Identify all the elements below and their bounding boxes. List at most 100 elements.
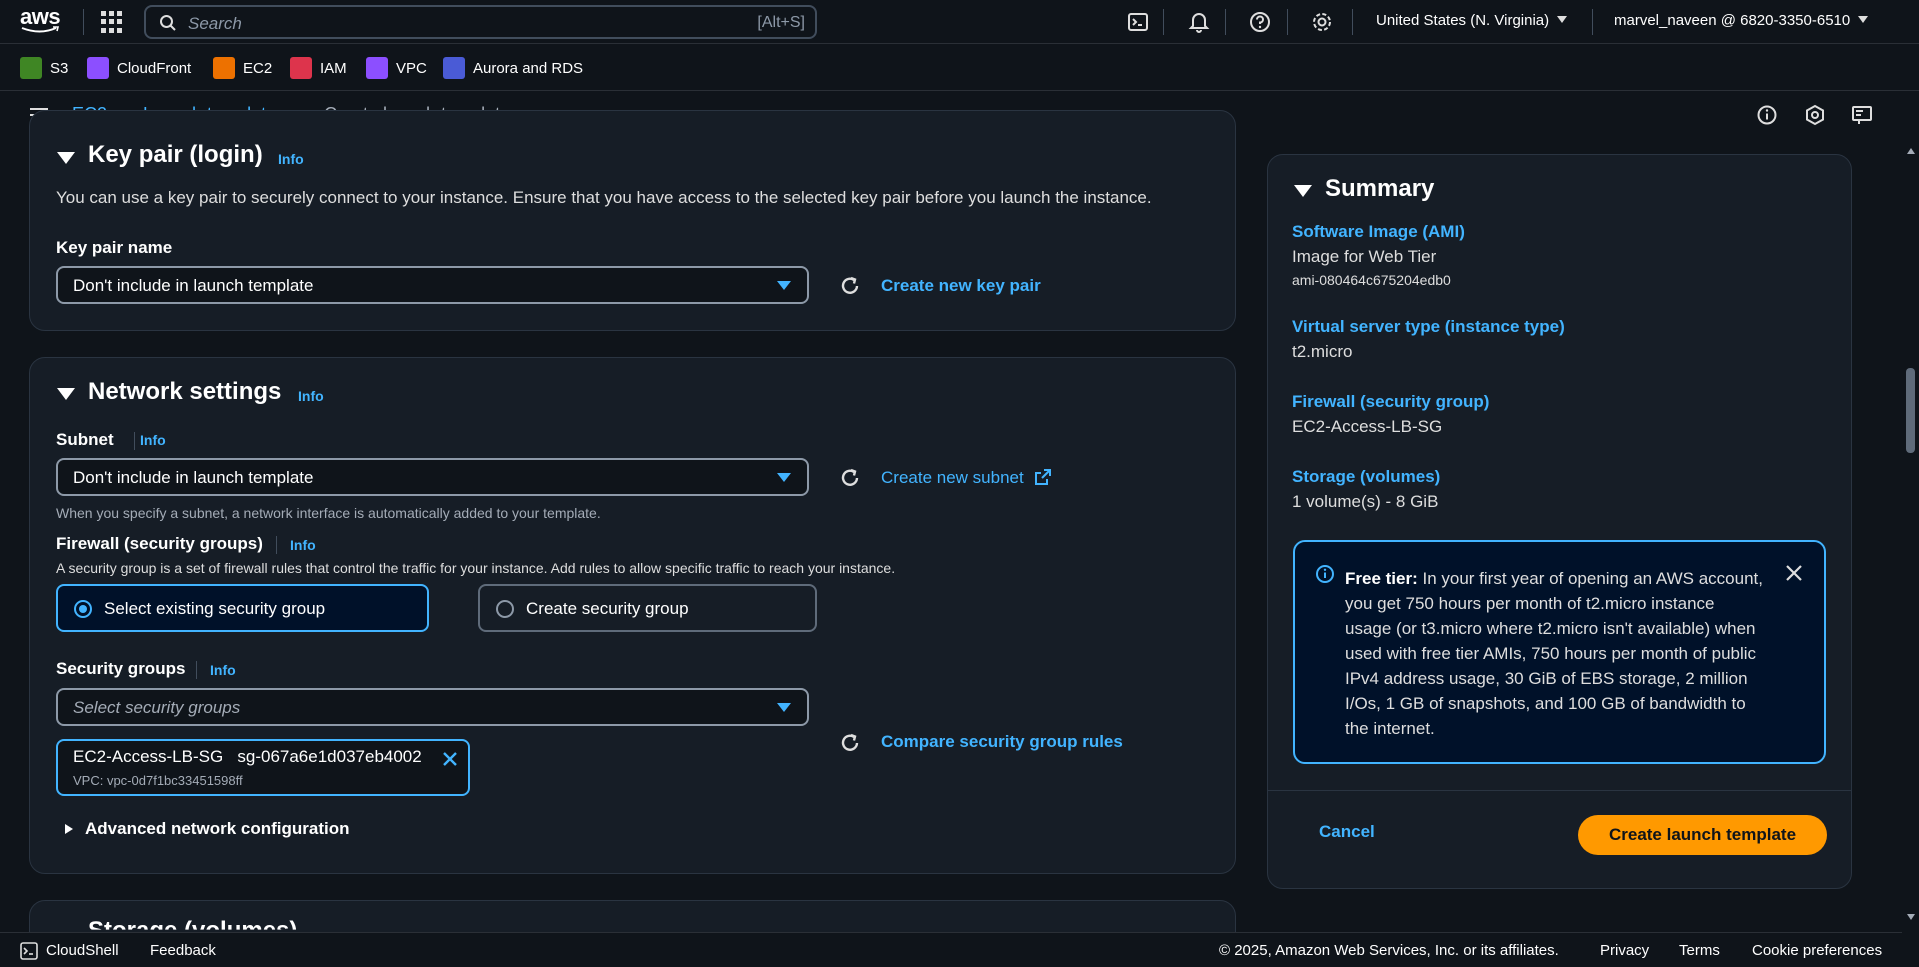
subnet-label: Subnet xyxy=(56,430,114,449)
subnet-hint: When you specify a subnet, a network int… xyxy=(56,505,601,521)
external-link-icon xyxy=(1035,469,1051,485)
divider xyxy=(83,9,84,35)
favorite-label: IAM xyxy=(320,59,347,77)
collapse-caret-icon[interactable] xyxy=(57,152,75,164)
free-tier-text: Free tier: In your first year of opening… xyxy=(1345,566,1765,741)
top-navigation: aws Search [Alt+S] United States (N. Vir… xyxy=(0,0,1919,44)
collapse-caret-icon[interactable] xyxy=(1294,185,1312,197)
scroll-up-icon[interactable] xyxy=(1906,147,1916,155)
cloudshell-icon[interactable] xyxy=(20,942,38,960)
collapse-caret-icon[interactable] xyxy=(57,388,75,400)
account-label: marvel_naveen @ 6820-3350-6510 xyxy=(1614,12,1851,29)
select-existing-sg-option[interactable]: Select existing security group xyxy=(56,584,429,632)
divider xyxy=(1268,790,1851,791)
refresh-icon[interactable] xyxy=(838,274,862,298)
radio-unselected xyxy=(496,600,514,618)
footer: CloudShell Feedback © 2025, Amazon Web S… xyxy=(0,932,1902,967)
account-menu[interactable]: marvel_naveen @ 6820-3350-6510 xyxy=(1614,12,1869,29)
expand-caret-icon[interactable] xyxy=(64,823,74,835)
scrollbar-thumb[interactable] xyxy=(1906,368,1915,453)
subnet-info-link[interactable]: Info xyxy=(140,432,166,448)
remove-token-close-icon[interactable] xyxy=(441,750,459,768)
settings-gear-icon[interactable] xyxy=(1311,11,1333,33)
favorite-s3[interactable]: S3 xyxy=(20,57,68,79)
vpc-icon xyxy=(366,57,388,79)
notifications-bell-icon[interactable] xyxy=(1188,11,1210,33)
sg-token-id: sg-067a6e1d037eb4002 xyxy=(237,747,422,766)
compare-sg-rules-link[interactable]: Compare security group rules xyxy=(881,732,1123,752)
refresh-icon[interactable] xyxy=(838,731,862,755)
favorite-aurora-rds[interactable]: Aurora and RDS xyxy=(443,57,583,79)
close-icon[interactable] xyxy=(1785,564,1803,582)
feedback-panel-icon[interactable] xyxy=(1851,104,1873,126)
firewall-description: A security group is a set of firewall ru… xyxy=(56,560,896,576)
keypair-description: You can use a key pair to securely conne… xyxy=(56,188,1152,207)
keypair-info-link[interactable]: Info xyxy=(278,151,304,167)
storage-summary-link[interactable]: Storage (volumes) xyxy=(1292,467,1440,487)
sg-token: EC2-Access-LB-SG sg-067a6e1d037eb4002 VP… xyxy=(56,739,470,796)
rds-icon xyxy=(443,57,465,79)
favorite-iam[interactable]: IAM xyxy=(290,57,347,79)
favorite-vpc[interactable]: VPC xyxy=(366,57,427,79)
keypair-select-value: Don't include in launch template xyxy=(73,276,314,295)
network-settings-title: Network settings xyxy=(88,378,282,405)
chevron-down-icon xyxy=(1858,16,1869,23)
scroll-down-icon[interactable] xyxy=(1906,913,1916,921)
privacy-link[interactable]: Privacy xyxy=(1600,942,1649,959)
cancel-button[interactable]: Cancel xyxy=(1319,822,1375,842)
keypair-name-label: Key pair name xyxy=(56,238,173,257)
terms-link[interactable]: Terms xyxy=(1679,942,1720,959)
sg-select-placeholder: Select security groups xyxy=(73,698,241,717)
security-groups-select[interactable]: Select security groups xyxy=(56,688,809,726)
favorite-ec2[interactable]: EC2 xyxy=(213,57,272,79)
subnet-select-value: Don't include in launch template xyxy=(73,468,314,487)
subnet-select[interactable]: Don't include in launch template xyxy=(56,458,809,496)
advanced-network-config[interactable]: Advanced network configuration xyxy=(85,819,349,839)
radio-selected xyxy=(74,600,92,618)
feedback-link[interactable]: Feedback xyxy=(150,942,216,959)
network-info-link[interactable]: Info xyxy=(298,388,324,404)
create-launch-template-button[interactable]: Create launch template xyxy=(1578,815,1827,855)
search-shortcut: [Alt+S] xyxy=(757,14,805,31)
instance-type-value: t2.micro xyxy=(1292,342,1353,361)
free-tier-body: In your first year of opening an AWS acc… xyxy=(1345,569,1763,738)
search-input[interactable]: Search [Alt+S] xyxy=(144,5,817,39)
region-selector[interactable]: United States (N. Virginia) xyxy=(1376,12,1568,29)
create-key-pair-link[interactable]: Create new key pair xyxy=(881,276,1041,296)
info-icon xyxy=(1316,565,1334,583)
sg-info-link[interactable]: Info xyxy=(210,662,236,678)
cloudshell-icon[interactable] xyxy=(1127,11,1149,33)
cloudshell-link[interactable]: CloudShell xyxy=(46,942,119,959)
ami-id: ami-080464c675204edb0 xyxy=(1292,272,1451,288)
scrollbar[interactable] xyxy=(1902,143,1919,925)
create-subnet-label: Create new subnet xyxy=(881,468,1024,487)
keypair-panel: Key pair (login) Info You can use a key … xyxy=(29,110,1236,331)
instance-type-link[interactable]: Virtual server type (instance type) xyxy=(1292,317,1565,337)
refresh-icon[interactable] xyxy=(838,466,862,490)
services-menu-icon[interactable] xyxy=(101,11,123,33)
aws-logo[interactable]: aws xyxy=(20,6,64,38)
firewall-summary-link[interactable]: Firewall (security group) xyxy=(1292,392,1489,412)
info-panel-icon[interactable] xyxy=(1756,104,1778,126)
storage-summary-value: 1 volume(s) - 8 GiB xyxy=(1292,492,1439,511)
favorite-label: S3 xyxy=(50,59,69,77)
firewall-label: Firewall (security groups) xyxy=(56,534,263,553)
create-subnet-link[interactable]: Create new subnet xyxy=(881,468,1024,488)
ami-link[interactable]: Software Image (AMI) xyxy=(1292,222,1465,242)
favorites-bar: S3 CloudFront EC2 IAM VPC Aurora and RDS xyxy=(0,45,1919,91)
dropdown-caret-icon xyxy=(777,473,791,482)
dropdown-caret-icon xyxy=(777,703,791,712)
cookie-preferences-link[interactable]: Cookie preferences xyxy=(1752,942,1882,959)
favorite-label: EC2 xyxy=(243,59,273,77)
favorite-label: VPC xyxy=(396,59,427,77)
tutorial-icon[interactable] xyxy=(1804,104,1826,126)
create-sg-option[interactable]: Create security group xyxy=(478,584,817,632)
search-icon xyxy=(160,15,176,31)
help-icon[interactable] xyxy=(1249,11,1271,33)
sg-token-vpc: VPC: vpc-0d7f1bc33451598ff xyxy=(73,773,243,788)
dropdown-caret-icon xyxy=(777,281,791,290)
favorite-cloudfront[interactable]: CloudFront xyxy=(87,57,191,79)
sg-token-name: EC2-Access-LB-SG sg-067a6e1d037eb4002 xyxy=(73,747,422,766)
firewall-info-link[interactable]: Info xyxy=(290,537,316,553)
keypair-select[interactable]: Don't include in launch template xyxy=(56,266,809,304)
